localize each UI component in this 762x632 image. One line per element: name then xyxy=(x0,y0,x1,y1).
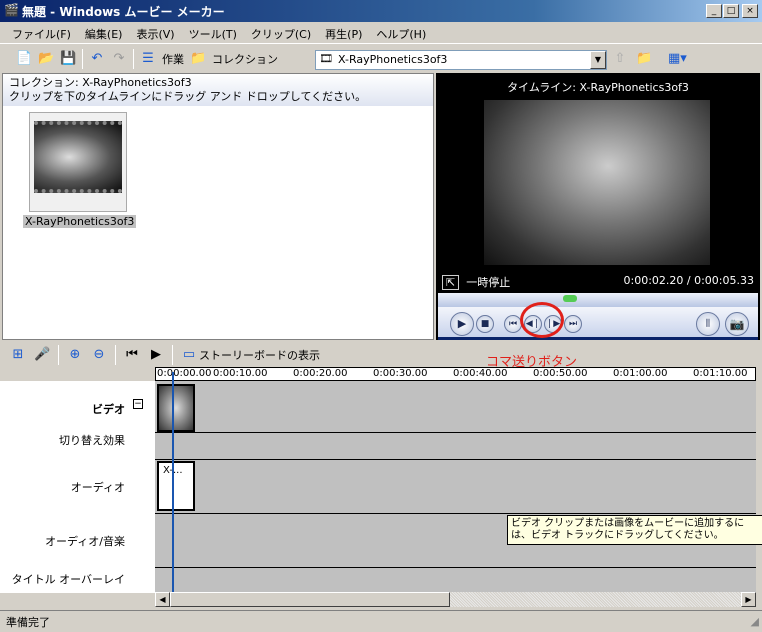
ruler-tick: 0:00:20.00 xyxy=(293,368,348,379)
collection-icon: 🎞 xyxy=(319,52,333,65)
stop-button[interactable]: ■ xyxy=(476,315,494,333)
playback-time: 0:00:02.20 / 0:00:05.33 xyxy=(623,274,755,287)
tasks-button[interactable]: 作業 xyxy=(162,51,184,67)
audio-track[interactable] xyxy=(155,460,756,514)
redo-icon[interactable]: ↷ xyxy=(111,51,127,67)
views-icon[interactable]: ▦▾ xyxy=(668,51,687,67)
title-overlay-track[interactable] xyxy=(155,568,756,593)
preview-monitor: タイムライン: X-RayPhonetics3of3 ⇱ 一時停止 0:00:0… xyxy=(436,73,760,340)
menu-play[interactable]: 再生(P) xyxy=(325,26,362,43)
preview-title: タイムライン: X-RayPhonetics3of3 xyxy=(507,81,689,94)
scroll-right-icon[interactable]: ▶ xyxy=(741,592,756,607)
ruler-tick: 0:01:00.00 xyxy=(613,368,668,379)
collection-select[interactable]: 🎞 X-RayPhonetics3of3 ▼ xyxy=(315,50,607,70)
play-timeline-icon[interactable]: ▶ xyxy=(148,347,164,363)
menu-file[interactable]: ファイル(F) xyxy=(12,26,71,43)
set-audio-levels-icon[interactable]: ⊞ xyxy=(10,347,26,363)
divider xyxy=(58,345,59,365)
ruler-tick: 0:00:30.00 xyxy=(373,368,428,379)
fullscreen-icon[interactable]: ⇱ xyxy=(442,275,460,290)
track-label-transition: 切り替え効果 xyxy=(59,434,125,447)
playhead[interactable] xyxy=(172,372,174,592)
playback-state: 一時停止 xyxy=(466,276,511,289)
clip-label: X-RayPhonetics3of3 xyxy=(23,215,137,228)
collapse-icon[interactable]: − xyxy=(133,399,143,409)
zoom-in-icon[interactable]: ⊕ xyxy=(67,347,83,363)
chevron-down-icon[interactable]: ▼ xyxy=(590,51,606,69)
transition-track[interactable] xyxy=(155,433,756,460)
storyboard-icon[interactable]: ▭ xyxy=(181,347,197,363)
ruler-tick: 0:00:40.00 xyxy=(453,368,508,379)
undo-icon[interactable]: ↶ xyxy=(89,51,105,67)
playback-controls: ▶ ■ ⏮ ◀❘ ❘▶ ⏭ ⫼ 📷 xyxy=(438,307,758,340)
tasks-icon[interactable]: ☰ xyxy=(140,51,156,67)
zoom-out-icon[interactable]: ⊖ xyxy=(91,347,107,363)
collections-button[interactable]: コレクション xyxy=(212,51,278,67)
app-icon: 🎬 xyxy=(4,3,19,17)
play-button[interactable]: ▶ xyxy=(450,312,474,336)
tooltip: ビデオ クリップまたは画像をムービーに追加するには、ビデオ トラックにドラッグし… xyxy=(507,515,762,545)
annotation-circle xyxy=(520,302,564,338)
close-button[interactable]: × xyxy=(742,4,758,18)
ruler-tick: 0:00:50.00 xyxy=(533,368,588,379)
camera-icon[interactable]: 📷 xyxy=(725,312,749,336)
window-title: 無題 - Windows ムービー メーカー xyxy=(22,5,225,19)
new-file-icon[interactable]: 📄 xyxy=(16,51,32,67)
menu-view[interactable]: 表示(V) xyxy=(136,26,174,43)
menu-tools[interactable]: ツール(T) xyxy=(189,26,237,43)
collection-select-value: X-RayPhonetics3of3 xyxy=(338,53,448,66)
minimize-button[interactable]: _ xyxy=(706,4,722,18)
preview-video xyxy=(484,100,710,265)
divider xyxy=(115,345,116,365)
track-label-video: ビデオ xyxy=(92,403,125,416)
timeline-tracks: X-... xyxy=(155,381,756,593)
scroll-left-icon[interactable]: ◀ xyxy=(155,592,170,607)
collection-hint: クリップを下のタイムラインにドラッグ アンド ドロップしてください。 xyxy=(9,90,367,103)
preview-status: ⇱ 一時停止 0:00:02.20 / 0:00:05.33 xyxy=(436,271,760,291)
divider xyxy=(172,345,173,365)
track-label-audio-music: オーディオ/音楽 xyxy=(45,535,125,548)
collection-header: コレクション: X-RayPhonetics3of3 クリップを下のタイムライン… xyxy=(3,74,433,106)
divider xyxy=(82,49,83,69)
status-text: 準備完了 xyxy=(6,616,50,629)
horizontal-scrollbar[interactable]: ◀ ▶ xyxy=(155,592,756,607)
split-icon[interactable]: ⫼ xyxy=(696,312,720,336)
rewind-icon[interactable]: ⏮ xyxy=(124,347,140,363)
timeline-ruler[interactable]: 0:00:00.00 0:00:10.00 0:00:20.00 0:00:30… xyxy=(155,367,756,381)
next-button[interactable]: ⏭ xyxy=(564,315,582,333)
narrate-icon[interactable]: 🎤 xyxy=(34,347,50,363)
show-storyboard-button[interactable]: ストーリーボードの表示 xyxy=(199,347,320,363)
collection-title: コレクション: X-RayPhonetics3of3 xyxy=(9,76,192,89)
track-label-title-overlay: タイトル オーバーレイ xyxy=(11,573,125,586)
new-folder-icon[interactable]: 📁 xyxy=(636,51,652,67)
menu-help[interactable]: ヘルプ(H) xyxy=(376,26,426,43)
track-label-audio: オーディオ xyxy=(70,481,125,494)
audio-clip[interactable]: X-... xyxy=(157,461,195,511)
video-clip[interactable] xyxy=(157,384,195,432)
status-bar: 準備完了 ◢ xyxy=(0,610,762,632)
clip-image xyxy=(34,121,122,193)
clip-thumbnail[interactable] xyxy=(29,112,127,212)
ruler-tick: 0:00:00.00 xyxy=(157,368,212,379)
up-folder-icon[interactable]: ⇧ xyxy=(612,51,628,67)
ruler-tick: 0:01:10.00 xyxy=(693,368,748,379)
maximize-button[interactable]: □ xyxy=(723,4,739,18)
menu-edit[interactable]: 編集(E) xyxy=(85,26,123,43)
track-labels: ビデオ − 切り替え効果 オーディオ オーディオ/音楽 タイトル オーバーレイ xyxy=(0,381,155,593)
seek-bar[interactable] xyxy=(438,293,758,307)
menu-bar: ファイル(F) 編集(E) 表示(V) ツール(T) クリップ(C) 再生(P)… xyxy=(0,22,762,44)
save-icon[interactable]: 💾 xyxy=(60,51,76,67)
menu-clip[interactable]: クリップ(C) xyxy=(251,26,311,43)
folder-icon[interactable]: 📁 xyxy=(190,51,206,67)
resize-grip-icon[interactable]: ◢ xyxy=(751,615,759,628)
open-icon[interactable]: 📂 xyxy=(38,51,54,67)
timeline-toolbar: ⊞ 🎤 ⊕ ⊖ ⏮ ▶ ▭ ストーリーボードの表示 xyxy=(0,344,762,366)
video-track[interactable] xyxy=(155,381,756,433)
divider xyxy=(133,49,134,69)
collection-pane: コレクション: X-RayPhonetics3of3 クリップを下のタイムライン… xyxy=(2,73,434,340)
title-bar: 🎬 無題 - Windows ムービー メーカー xyxy=(0,0,762,22)
seek-thumb[interactable] xyxy=(563,295,578,302)
scroll-thumb[interactable] xyxy=(170,592,450,607)
ruler-tick: 0:00:10.00 xyxy=(213,368,268,379)
